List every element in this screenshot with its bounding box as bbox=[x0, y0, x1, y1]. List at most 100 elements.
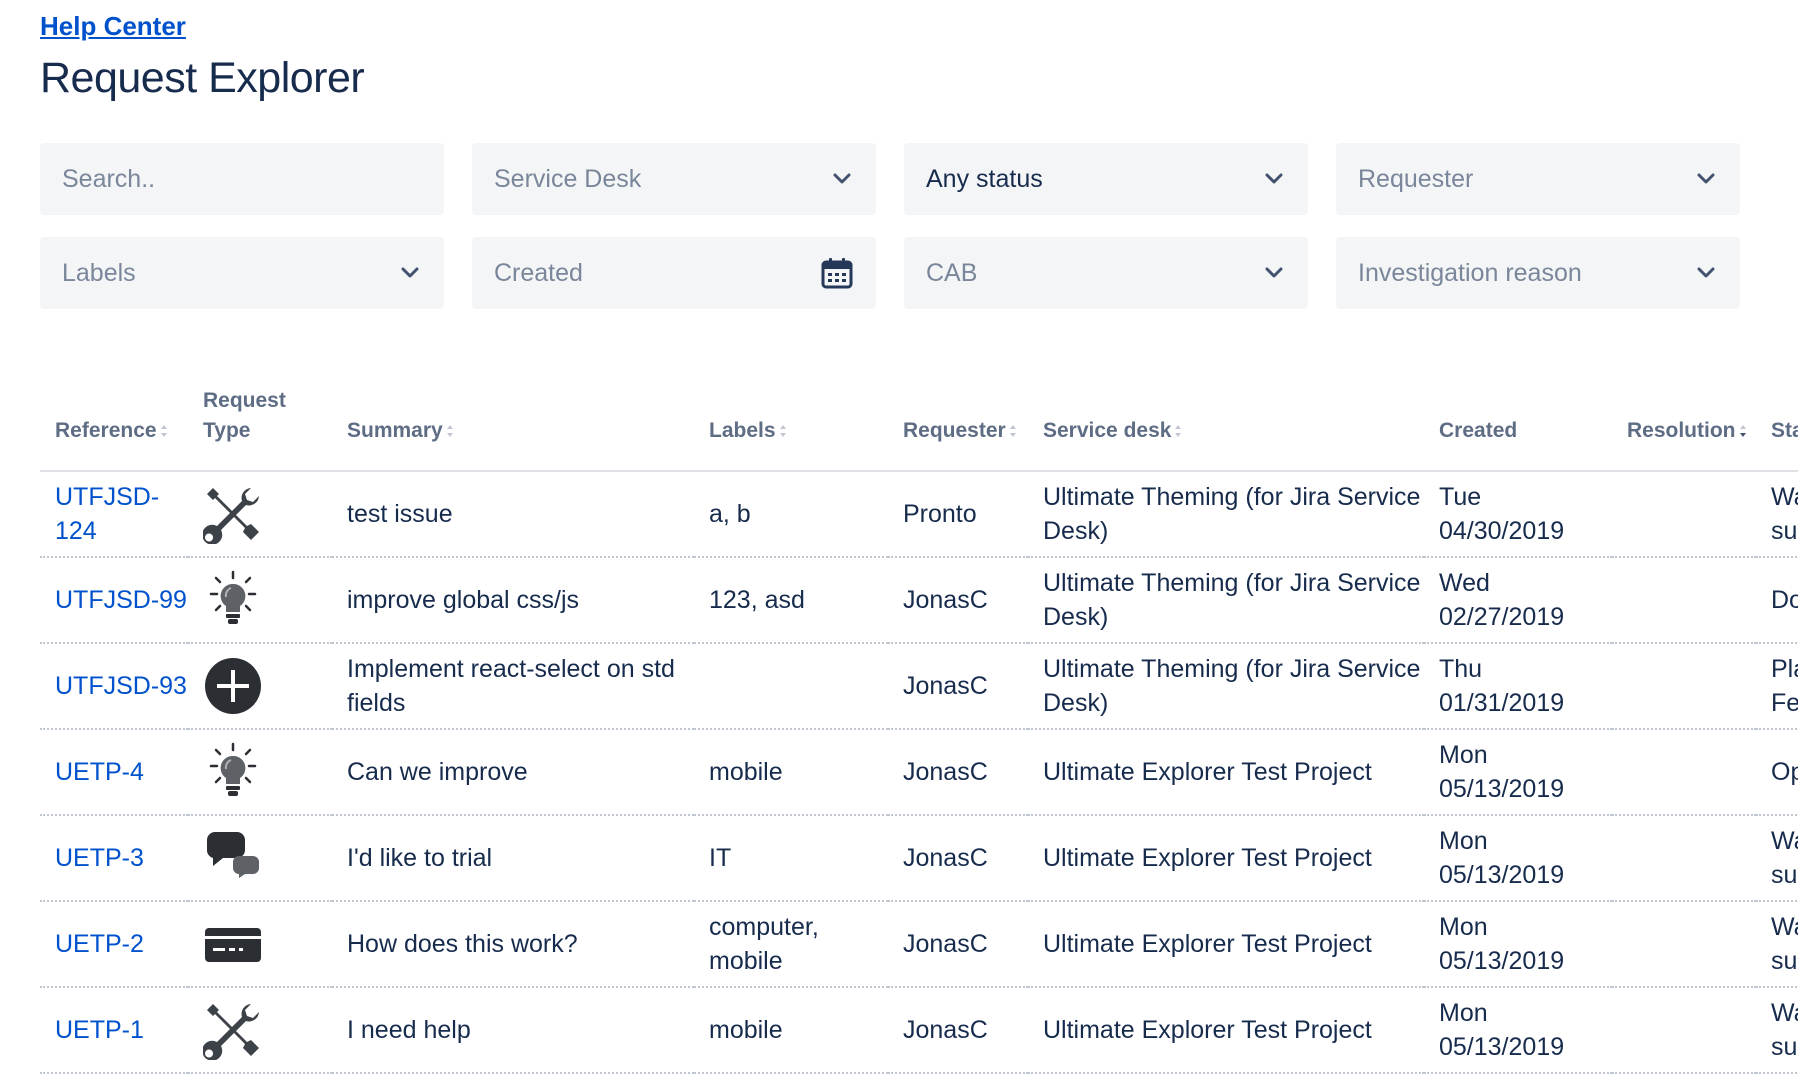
table-row[interactable]: UTFJSD-124 test issue a, b Pronto Ultimate T… bbox=[40, 471, 1798, 558]
summary-text: How does this work? bbox=[347, 930, 578, 958]
breadcrumb-help-center[interactable]: Help Center bbox=[40, 8, 186, 44]
sort-icon[interactable] bbox=[446, 423, 454, 439]
cell-service-desk: Ultimate Explorer Test Project bbox=[1028, 987, 1424, 1074]
cell-created: Mon 05/13/2019 bbox=[1424, 729, 1612, 816]
table-row[interactable]: UETP-2 How does this work? computer, mobil… bbox=[40, 901, 1798, 988]
reference-link[interactable]: UETP-2 bbox=[55, 930, 144, 958]
created-date: 04/30/2019 bbox=[1439, 517, 1565, 545]
table-row[interactable]: UETP-1 I need help mobile JonasC Ultimate Ex… bbox=[40, 987, 1798, 1074]
status-select[interactable]: Any status bbox=[904, 143, 1308, 215]
status-line-1: Do bbox=[1771, 586, 1798, 614]
column-header-created[interactable]: Created bbox=[1424, 386, 1612, 472]
cell-summary: test issue bbox=[332, 471, 694, 558]
created-date-picker[interactable]: Created bbox=[472, 237, 876, 309]
service-desk-select-label: Service Desk bbox=[494, 164, 642, 193]
sort-icon[interactable] bbox=[1739, 423, 1747, 439]
table-row[interactable]: UETP-4 Can we improve mobile JonasC Ultimate… bbox=[40, 729, 1798, 816]
column-header-reference[interactable]: Reference bbox=[40, 386, 188, 472]
column-header-requester[interactable]: Requester bbox=[888, 386, 1028, 472]
cell-resolution bbox=[1612, 815, 1756, 902]
cell-resolution bbox=[1612, 643, 1756, 730]
summary-text: I need help bbox=[347, 1016, 471, 1044]
column-header-label: Reference bbox=[55, 419, 157, 442]
table-row[interactable]: UTFJSD-93 Implement react-select on std f… bbox=[40, 643, 1798, 730]
cell-service-desk: Ultimate Explorer Test Project bbox=[1028, 729, 1424, 816]
reference-link[interactable]: UETP-4 bbox=[55, 758, 144, 786]
created-day: Tue bbox=[1439, 483, 1482, 511]
cell-service-desk: Ultimate Theming (for Jira Service Desk) bbox=[1028, 557, 1424, 644]
chevron-down-icon bbox=[1265, 173, 1283, 184]
column-header-summary[interactable]: Summary bbox=[332, 386, 694, 472]
sort-icon[interactable] bbox=[1009, 423, 1017, 439]
reference-link[interactable]: UTFJSD-93 bbox=[55, 672, 187, 700]
table-row[interactable]: UETP-3 I'd like to trial IT JonasC Ultimate … bbox=[40, 815, 1798, 902]
created-day: Thu bbox=[1439, 655, 1483, 683]
labels-text: IT bbox=[709, 844, 732, 872]
requester-select[interactable]: Requester bbox=[1336, 143, 1740, 215]
service-desk-text: Ultimate Theming (for Jira Service Desk) bbox=[1043, 483, 1421, 545]
cell-status: Wa su bbox=[1756, 987, 1798, 1074]
labels-text: a, b bbox=[709, 500, 751, 528]
service-desk-select[interactable]: Service Desk bbox=[472, 143, 876, 215]
cell-summary: I'd like to trial bbox=[332, 815, 694, 902]
cell-reference: UETP-4 bbox=[40, 729, 188, 816]
status-line-1: Wa bbox=[1771, 999, 1798, 1027]
requests-table: Reference Request Type Summary Labels Re… bbox=[40, 386, 1798, 1074]
summary-text: test issue bbox=[347, 500, 453, 528]
calendar-icon[interactable] bbox=[820, 256, 854, 290]
cell-labels: mobile bbox=[694, 987, 888, 1074]
cell-resolution bbox=[1612, 557, 1756, 644]
cell-created: Mon 05/13/2019 bbox=[1424, 987, 1612, 1074]
credit-card-icon bbox=[205, 928, 261, 962]
service-desk-text: Ultimate Theming (for Jira Service Desk) bbox=[1043, 569, 1421, 631]
status-line-1: Wa bbox=[1771, 913, 1798, 941]
table-row[interactable]: UTFJSD-99 improve global css/js 123, asd Jo… bbox=[40, 557, 1798, 644]
cell-requester: JonasC bbox=[888, 901, 1028, 988]
cell-summary: improve global css/js bbox=[332, 557, 694, 644]
cell-summary: Can we improve bbox=[332, 729, 694, 816]
status-line-1: Wa bbox=[1771, 827, 1798, 855]
cell-requester: JonasC bbox=[888, 643, 1028, 730]
column-header-service-desk[interactable]: Service desk bbox=[1028, 386, 1424, 472]
sort-icon[interactable] bbox=[1174, 423, 1182, 439]
search-field[interactable] bbox=[40, 143, 444, 215]
cell-reference: UTFJSD-99 bbox=[40, 557, 188, 644]
cell-labels: 123, asd bbox=[694, 557, 888, 644]
reference-link[interactable]: UETP-3 bbox=[55, 844, 144, 872]
lightbulb-icon bbox=[209, 742, 257, 796]
chevron-down-icon bbox=[833, 173, 851, 184]
cell-status: Pla Fe bbox=[1756, 643, 1798, 730]
reference-link[interactable]: UTFJSD-99 bbox=[55, 586, 187, 614]
search-input[interactable] bbox=[62, 164, 422, 194]
reference-link[interactable]: UTFJSD-124 bbox=[55, 483, 159, 545]
investigation-reason-select[interactable]: Investigation reason bbox=[1336, 237, 1740, 309]
chevron-down-icon bbox=[1265, 267, 1283, 278]
column-header-labels[interactable]: Labels bbox=[694, 386, 888, 472]
status-line-1: Op bbox=[1771, 758, 1798, 786]
tools-icon bbox=[203, 488, 259, 544]
cell-request-type bbox=[188, 987, 332, 1074]
cell-request-type bbox=[188, 901, 332, 988]
cell-status: Wa su bbox=[1756, 471, 1798, 558]
column-header-status[interactable]: Sta bbox=[1756, 386, 1798, 472]
cell-requester: JonasC bbox=[888, 987, 1028, 1074]
created-date: 05/13/2019 bbox=[1439, 775, 1565, 803]
plus-circle-icon bbox=[205, 658, 261, 714]
cell-labels: IT bbox=[694, 815, 888, 902]
cell-service-desk: Ultimate Explorer Test Project bbox=[1028, 901, 1424, 988]
investigation-reason-select-label: Investigation reason bbox=[1358, 258, 1582, 287]
sort-icon[interactable] bbox=[160, 423, 168, 439]
column-header-resolution[interactable]: Resolution bbox=[1612, 386, 1756, 472]
sort-icon[interactable] bbox=[779, 423, 787, 439]
summary-text: Can we improve bbox=[347, 758, 528, 786]
summary-text: I'd like to trial bbox=[347, 844, 493, 872]
created-date: 05/13/2019 bbox=[1439, 861, 1565, 889]
reference-link[interactable]: UETP-1 bbox=[55, 1016, 144, 1044]
column-header-request-type: Request Type bbox=[188, 386, 332, 472]
lightbulb-icon bbox=[209, 570, 257, 624]
service-desk-text: Ultimate Explorer Test Project bbox=[1043, 758, 1372, 786]
cab-select[interactable]: CAB bbox=[904, 237, 1308, 309]
labels-select[interactable]: Labels bbox=[40, 237, 444, 309]
column-header-label: Created bbox=[1439, 419, 1518, 442]
column-header-label: Request Type bbox=[203, 389, 286, 442]
